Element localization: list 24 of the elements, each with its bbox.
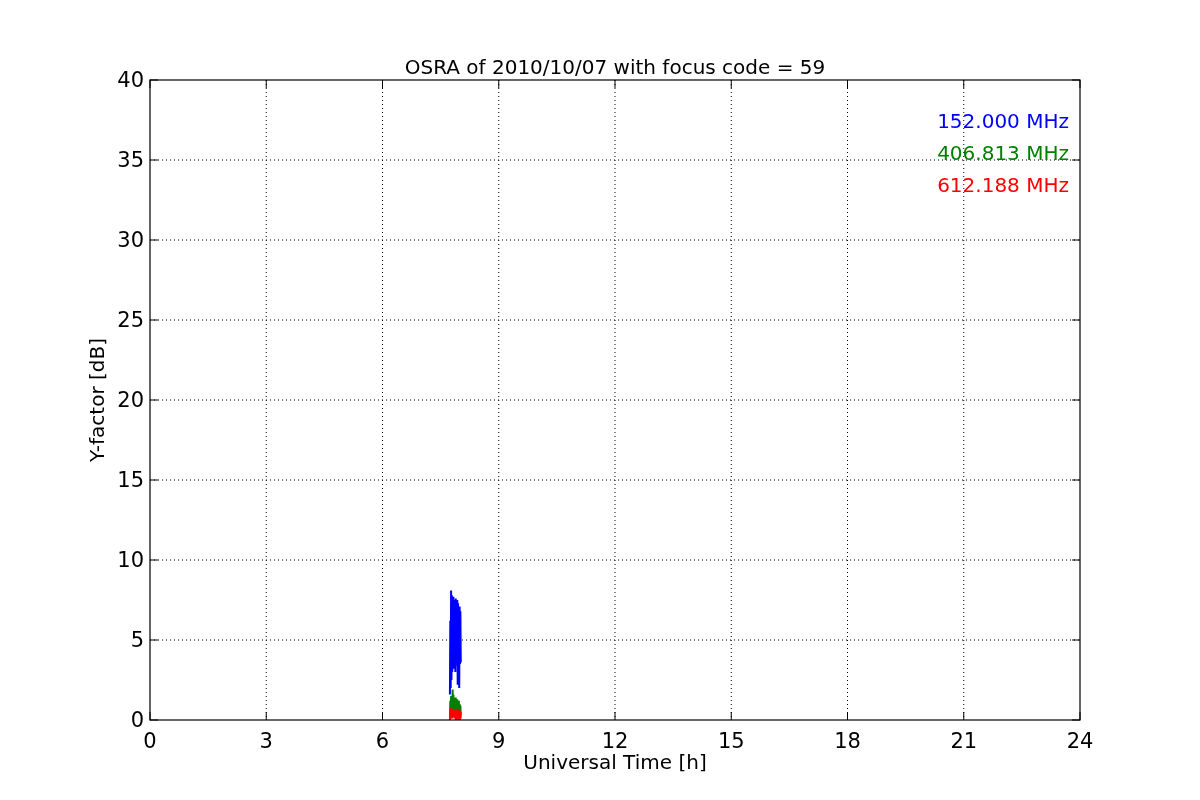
legend-label: 612.188 MHz <box>937 173 1069 197</box>
x-tick-label: 6 <box>375 729 390 753</box>
x-tick-label: 9 <box>492 729 506 753</box>
y-tick-label: 15 <box>117 468 144 492</box>
y-tick-label: 35 <box>117 148 144 172</box>
x-tick-label: 12 <box>601 729 629 753</box>
x-tick-label: 18 <box>834 729 861 753</box>
y-tick-label: 25 <box>117 308 144 332</box>
y-tick-label: 30 <box>117 228 144 252</box>
chart-title: OSRA of 2010/10/07 with focus code = 59 <box>404 55 826 79</box>
legend-label: 406.813 MHz <box>937 141 1069 165</box>
y-tick-label: 20 <box>117 388 144 412</box>
x-axis-label: Universal Time [h] <box>523 750 707 774</box>
y-tick-label: 40 <box>117 68 144 92</box>
legend-label: 152.000 MHz <box>937 109 1069 133</box>
y-tick-label: 0 <box>130 708 144 732</box>
x-tick-label: 15 <box>717 729 745 753</box>
y-tick-label: 5 <box>130 628 144 652</box>
x-tick-label: 3 <box>259 729 273 753</box>
x-tick-label: 0 <box>143 729 157 753</box>
y-axis-label: Y-factor [dB] <box>85 338 109 462</box>
x-tick-label: 24 <box>1066 729 1094 753</box>
y-tick-label: 10 <box>117 548 144 572</box>
x-tick-label: 21 <box>950 729 978 753</box>
